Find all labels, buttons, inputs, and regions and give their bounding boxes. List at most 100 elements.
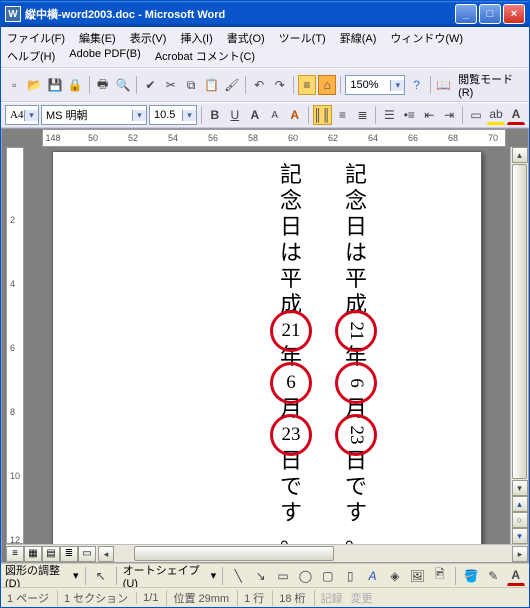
reading-view-button[interactable]: ▭ <box>78 546 96 562</box>
cut-button[interactable]: ✂ <box>162 75 180 95</box>
highlight-button[interactable]: ≡ <box>298 75 316 95</box>
h-track[interactable] <box>114 546 512 562</box>
minimize-button[interactable]: _ <box>455 4 477 24</box>
menu-acrobat[interactable]: Acrobat コメント(C) <box>153 47 257 65</box>
scroll-down-button[interactable]: ▾ <box>512 480 528 496</box>
dropdown-icon[interactable]: ▾ <box>24 110 38 121</box>
menu-ruler[interactable]: 罫線(A) <box>338 29 379 47</box>
normal-view-button[interactable]: ≡ <box>6 546 24 562</box>
scroll-thumb-h[interactable] <box>134 546 334 561</box>
textfx-button[interactable]: A <box>286 105 304 125</box>
read-icon[interactable]: 📖 <box>435 75 453 95</box>
menu-help[interactable]: ヘルプ(H) <box>5 47 57 65</box>
select-arrow-button[interactable]: ↖ <box>91 566 109 586</box>
redo-button[interactable]: ↷ <box>270 75 288 95</box>
ruler-label: 6 <box>10 343 15 353</box>
line-button[interactable]: ╲ <box>229 566 247 586</box>
print-button[interactable]: 🖶 <box>93 75 111 95</box>
annotation-circle <box>335 310 377 352</box>
save-button[interactable]: 💾 <box>46 75 64 95</box>
char: 。 <box>343 526 369 544</box>
dropdown-icon[interactable]: ▾ <box>73 569 79 582</box>
font-color-button[interactable]: A <box>507 105 525 125</box>
separator <box>430 76 431 94</box>
draw-adjust-menu[interactable]: 図形の調整(D) <box>5 562 69 590</box>
menu-tools[interactable]: ツール(T) <box>277 29 328 47</box>
scroll-up-button[interactable]: ▴ <box>512 147 528 163</box>
close-button[interactable]: × <box>503 4 525 24</box>
scroll-left-button[interactable]: ◂ <box>98 546 114 562</box>
menu-format[interactable]: 書式(O) <box>225 29 267 47</box>
menu-window[interactable]: ウィンドウ(W) <box>388 29 465 47</box>
charfit-button[interactable]: A <box>266 105 284 125</box>
bold-button[interactable]: B <box>206 105 224 125</box>
wordart-button[interactable]: A <box>363 566 381 586</box>
vertical-ruler[interactable]: 24681012 <box>6 147 24 544</box>
clipart-button[interactable]: 🖼 <box>408 566 426 586</box>
dropdown-icon[interactable]: ▾ <box>390 80 404 91</box>
web-view-button[interactable]: ▦ <box>24 546 42 562</box>
horizontal-ruler[interactable]: 1485052545658606264666870 <box>42 129 506 147</box>
menu-edit[interactable]: 編集(E) <box>77 29 118 47</box>
outdent-button[interactable]: ⇥ <box>440 105 458 125</box>
open-button[interactable]: 📂 <box>25 75 43 95</box>
fontsize-combo[interactable]: 10.5 ▾ <box>149 105 197 125</box>
rect-button[interactable]: ▭ <box>274 566 292 586</box>
autoshape-menu[interactable]: オートシェイプ(U) <box>123 562 207 590</box>
font-combo[interactable]: MS 明朝 ▾ <box>41 105 147 125</box>
align-left-button[interactable]: ≣ <box>354 105 372 125</box>
menu-insert[interactable]: 挿入(I) <box>178 29 214 47</box>
diagram-button[interactable]: ◈ <box>386 566 404 586</box>
underline-button[interactable]: U <box>226 105 244 125</box>
line-color-button[interactable]: ✎ <box>484 566 502 586</box>
next-page-button[interactable]: ▾ <box>512 528 528 544</box>
print-view-button[interactable]: ▤ <box>42 546 60 562</box>
picture-button[interactable]: 🖻 <box>430 566 448 586</box>
copy-button[interactable]: ⧉ <box>182 75 200 95</box>
document-page[interactable]: 記念日は平成21年6月23日です。記念日は平成21年6月23日です。 <box>52 151 482 544</box>
new-doc-button[interactable]: ▫ <box>5 75 23 95</box>
dropdown-icon[interactable]: ▾ <box>182 110 196 121</box>
separator <box>116 567 117 585</box>
arrow-button[interactable]: ↘ <box>251 566 269 586</box>
prev-page-button[interactable]: ▴ <box>512 496 528 512</box>
distribute-button[interactable]: ║║ <box>313 105 332 125</box>
fill-color-button[interactable]: 🪣 <box>462 566 480 586</box>
dropdown-icon[interactable]: ▾ <box>132 110 146 121</box>
undo-button[interactable]: ↶ <box>250 75 268 95</box>
indent-button[interactable]: ⇤ <box>420 105 438 125</box>
spell-button[interactable]: ✔ <box>141 75 159 95</box>
menu-file[interactable]: ファイル(F) <box>5 29 67 47</box>
zoom-combo[interactable]: 150% ▾ <box>345 75 405 95</box>
outline-view-button[interactable]: ≣ <box>60 546 78 562</box>
orange-button[interactable]: ⌂ <box>318 75 336 95</box>
align-just-button[interactable]: ≡ <box>334 105 352 125</box>
read-mode-button[interactable]: 閲覧モード(R) <box>455 71 525 99</box>
horizontal-scrollbar[interactable]: ≡ ▦ ▤ ≣ ▭ ◂ ▸ <box>6 544 528 562</box>
scroll-right-button[interactable]: ▸ <box>512 546 528 562</box>
maximize-button[interactable]: □ <box>479 4 501 24</box>
help-button[interactable]: ? <box>407 75 425 95</box>
list-button[interactable]: ☰ <box>380 105 398 125</box>
permissions-button[interactable]: 🔒 <box>66 75 84 95</box>
format-painter-button[interactable]: 🖌 <box>223 75 241 95</box>
char: 平 <box>278 266 304 292</box>
border-button[interactable]: ▭ <box>467 105 485 125</box>
oval-button[interactable]: ◯ <box>296 566 314 586</box>
vertical-scrollbar[interactable]: ▴ ▾ ▴ ○ ▾ <box>510 147 528 544</box>
font-color-button2[interactable]: A <box>507 566 525 586</box>
preview-button[interactable]: 🔍 <box>114 75 132 95</box>
textbox-button[interactable]: ▢ <box>319 566 337 586</box>
browse-object-button[interactable]: ○ <box>512 512 528 528</box>
bullet-button[interactable]: •≡ <box>400 105 418 125</box>
paste-button[interactable]: 📋 <box>202 75 220 95</box>
dropdown-icon[interactable]: ▾ <box>211 569 217 582</box>
separator <box>222 567 223 585</box>
scroll-thumb-v[interactable] <box>512 164 527 479</box>
textbox-v-button[interactable]: ▯ <box>341 566 359 586</box>
highlight-color-button[interactable]: ab <box>487 105 505 125</box>
align-button[interactable]: A <box>246 105 264 125</box>
menu-view[interactable]: 表示(V) <box>128 29 169 47</box>
style-combo[interactable]: A4 ▾ <box>5 105 39 125</box>
menu-adobe[interactable]: Adobe PDF(B) <box>67 47 143 65</box>
